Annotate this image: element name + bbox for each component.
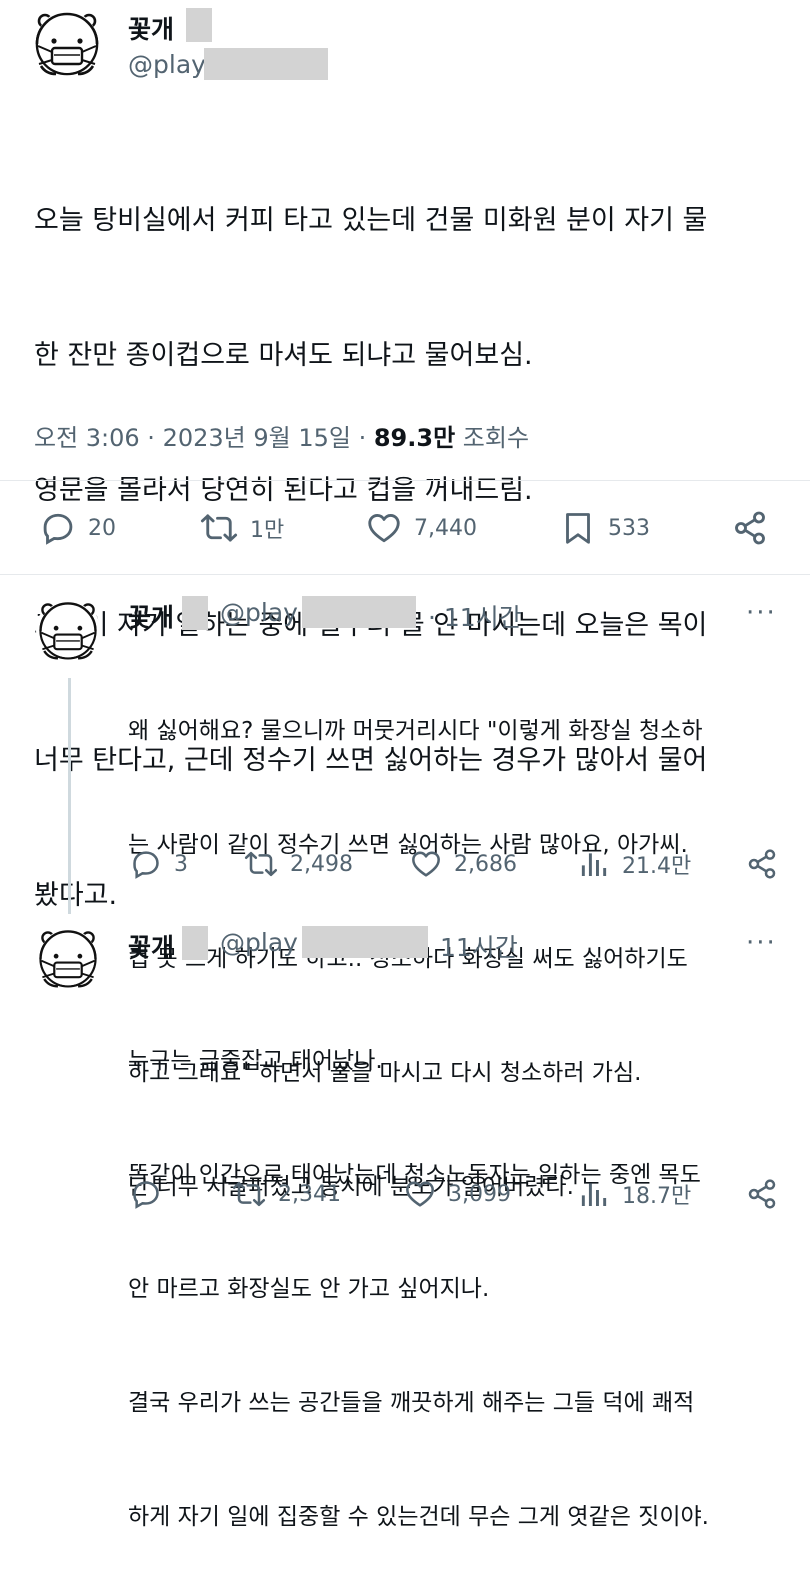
views-icon bbox=[578, 848, 610, 880]
like-button[interactable]: 7,440 bbox=[366, 510, 477, 546]
views-icon bbox=[578, 1178, 610, 1210]
like-button[interactable]: 2,686 bbox=[410, 848, 517, 880]
like-icon bbox=[410, 848, 442, 880]
retweet-button[interactable]: 1만 bbox=[200, 510, 284, 546]
reply-line: 왜 싫어해요? 물으니까 머뭇거리시다 "이렇게 화장실 청소하 bbox=[128, 718, 703, 744]
tweet-line: 한 잔만 종이컵으로 마셔도 되냐고 물어보심. bbox=[34, 340, 533, 371]
bookmark-button[interactable]: 533 bbox=[560, 510, 650, 546]
name-redaction bbox=[186, 8, 212, 42]
reply-icon bbox=[40, 510, 76, 546]
more-icon[interactable]: ··· bbox=[746, 928, 777, 958]
reply-button[interactable]: 20 bbox=[40, 510, 116, 546]
reply-line: 안 마르고 화장실도 안 가고 싶어지나. bbox=[128, 1276, 490, 1302]
retweet-count: 1만 bbox=[250, 518, 285, 543]
like-icon bbox=[404, 1178, 436, 1210]
handle[interactable]: @play bbox=[220, 598, 298, 627]
share-icon bbox=[732, 510, 768, 546]
reply-line: 누구는 금줄잡고 태어났나. bbox=[128, 1048, 383, 1074]
display-name[interactable]: 꽃개 bbox=[128, 928, 174, 964]
retweet-button[interactable]: 2,341 bbox=[232, 1178, 341, 1210]
reply-line: 결국 우리가 쓰는 공간들을 깨끗하게 해주는 그들 덕에 쾌적 bbox=[128, 1390, 695, 1416]
bookmark-icon bbox=[560, 510, 596, 546]
handle-redaction bbox=[302, 926, 428, 958]
reply-button[interactable] bbox=[130, 1178, 174, 1210]
handle[interactable]: @play bbox=[220, 928, 298, 957]
reply-line: 하게 자기 일에 집중할 수 있는건데 무슨 그게 엿같은 짓이야. bbox=[128, 1504, 709, 1530]
avatar-bear-mask-icon bbox=[36, 926, 100, 990]
like-count: 7,440 bbox=[414, 515, 477, 541]
reply-time[interactable]: 11시간 bbox=[440, 928, 518, 964]
like-icon bbox=[366, 510, 402, 546]
avatar[interactable] bbox=[32, 8, 102, 78]
tweet-meta: 오전 3:06 · 2023년 9월 15일 · 89.3만 조회수 bbox=[34, 418, 529, 453]
like-button[interactable]: 3,099 bbox=[404, 1178, 511, 1210]
reply-button[interactable]: 3 bbox=[130, 848, 188, 880]
tweet-line: 오늘 탕비실에서 커피 타고 있는데 건물 미화원 분이 자기 물 bbox=[34, 205, 708, 236]
views-label: 조회수 bbox=[462, 424, 530, 452]
retweet-count: 2,498 bbox=[290, 851, 353, 877]
display-name[interactable]: 꽃개 bbox=[128, 598, 174, 634]
share-button[interactable] bbox=[732, 510, 768, 546]
retweet-icon bbox=[200, 510, 238, 546]
reply-icon bbox=[130, 1178, 162, 1210]
tweet-time[interactable]: 오전 3:06 · 2023년 9월 15일 · bbox=[34, 424, 366, 452]
views-button[interactable]: 21.4만 bbox=[578, 848, 691, 880]
reply-icon bbox=[130, 848, 162, 880]
retweet-icon bbox=[232, 1178, 266, 1210]
handle-redaction bbox=[204, 48, 328, 80]
like-count: 3,099 bbox=[448, 1181, 511, 1207]
display-name[interactable]: 꽃개 bbox=[128, 10, 174, 46]
share-icon bbox=[746, 1178, 778, 1210]
retweet-count: 2,341 bbox=[278, 1181, 341, 1207]
retweet-icon bbox=[244, 848, 278, 880]
avatar[interactable] bbox=[36, 926, 100, 990]
reply-text: 누구는 금줄잡고 태어났나. 똑같이 인간으로 태어났는데 청소노동자는 일하는… bbox=[128, 966, 798, 1574]
more-icon[interactable]: ··· bbox=[746, 598, 777, 628]
avatar[interactable] bbox=[36, 598, 100, 662]
divider bbox=[0, 574, 810, 575]
reply-time[interactable]: · 11시간 bbox=[428, 598, 522, 634]
reply-count: 20 bbox=[88, 515, 116, 541]
tweet-line: 영문을 몰라서 당연히 된다고 컵을 꺼내드림. bbox=[34, 475, 533, 506]
share-button[interactable] bbox=[746, 1178, 778, 1210]
views-count: 18.7만 bbox=[622, 1184, 692, 1209]
reply-count: 3 bbox=[174, 851, 188, 877]
avatar-bear-mask-icon bbox=[32, 8, 102, 78]
views-count: 21.4만 bbox=[622, 854, 692, 879]
name-redaction bbox=[182, 596, 208, 630]
thread-line bbox=[68, 678, 71, 914]
share-icon bbox=[746, 848, 778, 880]
share-button[interactable] bbox=[746, 848, 778, 880]
divider bbox=[0, 480, 810, 481]
handle[interactable]: @play bbox=[128, 50, 206, 79]
like-count: 2,686 bbox=[454, 851, 517, 877]
name-redaction bbox=[182, 926, 208, 960]
views-count: 89.3만 bbox=[373, 424, 456, 452]
views-button[interactable]: 18.7만 bbox=[578, 1178, 691, 1210]
avatar-bear-mask-icon bbox=[36, 598, 100, 662]
bookmark-count: 533 bbox=[608, 515, 650, 541]
retweet-button[interactable]: 2,498 bbox=[244, 848, 353, 880]
handle-redaction bbox=[302, 596, 416, 628]
